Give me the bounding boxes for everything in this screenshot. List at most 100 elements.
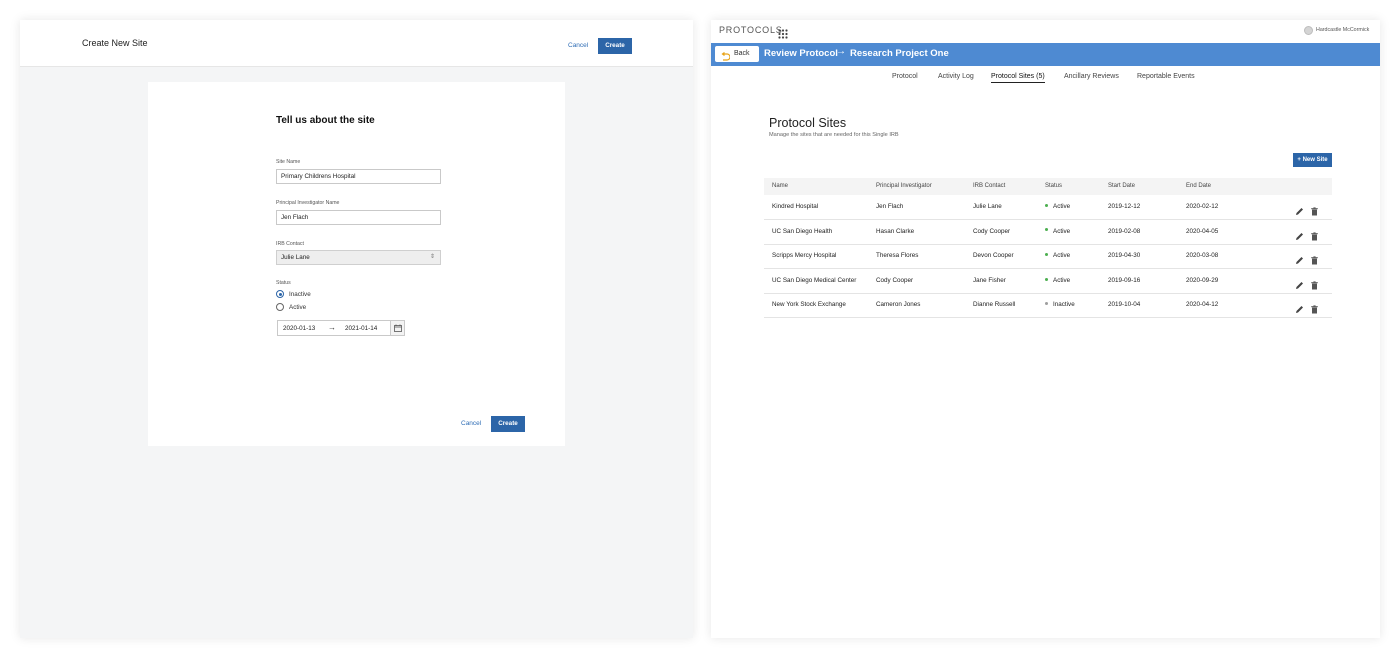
back-label: Back bbox=[734, 50, 750, 57]
page-subtitle: Manage the sites that are needed for thi… bbox=[769, 132, 899, 138]
user-name[interactable]: Hardcastle McCormick bbox=[1316, 27, 1369, 33]
app-brand: PROTOCOLS bbox=[719, 25, 783, 35]
cell-pi: Theresa Flores bbox=[876, 252, 919, 260]
tab-ancillary-reviews[interactable]: Ancillary Reviews bbox=[1064, 73, 1119, 80]
cell-end: 2020-04-12 bbox=[1186, 301, 1219, 309]
status-text: Inactive bbox=[1053, 301, 1075, 309]
status-cell: Active bbox=[1045, 252, 1070, 259]
radio-label: Inactive bbox=[289, 290, 311, 298]
column-header: Principal Investigator bbox=[876, 183, 932, 189]
cell-name: New York Stock Exchange bbox=[772, 301, 846, 309]
page-title: Protocol Sites bbox=[769, 116, 847, 130]
trash-icon[interactable] bbox=[1310, 203, 1319, 216]
arrow-right-icon: → bbox=[328, 323, 336, 332]
site-name-label: Site Name bbox=[276, 159, 301, 165]
select-caret-icon: ⇕ bbox=[429, 254, 435, 260]
table-row[interactable]: Scripps Mercy Hospital Theresa Flores Devo… bbox=[764, 244, 1332, 270]
irb-contact-select[interactable]: Julie Lane ⇕ bbox=[276, 250, 441, 265]
form-create-button[interactable]: Create bbox=[491, 416, 525, 432]
tab-activity-log[interactable]: Activity Log bbox=[938, 73, 974, 80]
radio-checked-icon bbox=[276, 290, 284, 298]
edit-pencil-icon[interactable] bbox=[1295, 228, 1304, 240]
irb-contact-label: IRB Contact bbox=[276, 241, 304, 247]
last-modified-date-range[interactable]: 2020-01-13 → 2021-01-14 bbox=[277, 320, 405, 336]
cell-pi: Hasan Clarke bbox=[876, 227, 915, 235]
header-cancel-button[interactable]: Cancel bbox=[568, 42, 588, 49]
cell-start: 2019-12-12 bbox=[1108, 203, 1141, 210]
cell-irb: Devon Cooper bbox=[973, 252, 1014, 260]
panel-header: Create New Site Cancel Create bbox=[20, 20, 693, 67]
breadcrumb-review-protocol[interactable]: Review Protocol bbox=[764, 48, 838, 59]
tab-protocol-sites[interactable]: Protocol Sites (5) bbox=[991, 73, 1045, 83]
trash-icon[interactable] bbox=[1310, 228, 1319, 241]
cell-pi: Cameron Jones bbox=[876, 301, 921, 309]
site-form: Tell us about the site Site Name Primary… bbox=[148, 82, 565, 446]
status-dot-icon bbox=[1045, 253, 1048, 257]
cell-end: 2020-09-29 bbox=[1186, 276, 1219, 284]
date-start[interactable]: 2020-01-13 bbox=[283, 325, 315, 332]
cell-start: 2019-10-04 bbox=[1108, 301, 1141, 309]
cell-irb: Jane Fisher bbox=[973, 276, 1006, 284]
pi-name-input[interactable]: Jen Flach bbox=[276, 210, 441, 225]
new-site-button[interactable]: + New Site bbox=[1293, 153, 1332, 167]
status-radio-inactive[interactable]: Inactive bbox=[276, 289, 311, 299]
status-radio-active[interactable]: Active bbox=[276, 302, 306, 312]
status-dot-icon bbox=[1045, 277, 1048, 281]
cell-start: 2019-04-30 bbox=[1108, 252, 1141, 260]
table-row[interactable]: UC San Diego Health Hasan Clarke Cody Coop… bbox=[764, 220, 1332, 245]
form-heading: Tell us about the site bbox=[276, 115, 375, 126]
cell-name: Kindred Hospital bbox=[772, 203, 819, 210]
status-text: Active bbox=[1053, 203, 1071, 210]
table-row[interactable]: UC San Diego Medical Center Cody Cooper Ja… bbox=[764, 269, 1332, 294]
cell-irb: Dianne Russell bbox=[973, 301, 1016, 309]
avatar[interactable] bbox=[1304, 26, 1313, 35]
create-site-panel: Create New Site Cancel Create Tell us ab… bbox=[20, 20, 693, 638]
breadcrumb-project: Research Project One bbox=[850, 48, 949, 59]
form-cancel-button[interactable]: Cancel bbox=[461, 420, 481, 427]
radio-label: Active bbox=[289, 303, 307, 311]
protocol-panel: PROTOCOLS Hardcastle McCormick Back Revi… bbox=[711, 20, 1380, 638]
edit-pencil-icon[interactable] bbox=[1295, 203, 1304, 215]
site-name-input[interactable]: Primary Childrens Hospital bbox=[276, 169, 441, 184]
cell-irb: Cody Cooper bbox=[973, 227, 1011, 235]
column-header: Status bbox=[1045, 183, 1063, 189]
edit-pencil-icon[interactable] bbox=[1295, 301, 1304, 314]
cell-pi: Jen Flach bbox=[876, 203, 904, 210]
radio-unchecked-icon bbox=[276, 303, 284, 311]
column-header: Start Date bbox=[1108, 183, 1136, 189]
cell-start: 2019-02-08 bbox=[1108, 227, 1141, 235]
trash-icon[interactable] bbox=[1310, 252, 1319, 265]
edit-pencil-icon[interactable] bbox=[1295, 252, 1304, 265]
column-header: IRB Contact bbox=[973, 183, 1006, 189]
pi-name-label: Principal Investigator Name bbox=[276, 200, 340, 206]
trash-icon[interactable] bbox=[1310, 277, 1319, 290]
apps-grid-icon[interactable] bbox=[778, 26, 788, 39]
header-create-button[interactable]: Create bbox=[598, 38, 632, 54]
cell-name: UC San Diego Health bbox=[772, 227, 833, 235]
table-row[interactable]: Kindred Hospital Jen Flach Julie Lane Activ… bbox=[764, 195, 1332, 220]
table-header: Name Principal Investigator IRB Contact … bbox=[764, 178, 1332, 195]
edit-pencil-icon[interactable] bbox=[1295, 277, 1304, 289]
calendar-icon[interactable] bbox=[390, 321, 404, 335]
back-arrow-icon bbox=[720, 49, 731, 67]
status-cell: Active bbox=[1045, 228, 1070, 235]
status-dot-icon bbox=[1045, 203, 1048, 207]
cell-name: Scripps Mercy Hospital bbox=[772, 252, 837, 260]
column-header: End Date bbox=[1186, 183, 1212, 189]
tab-protocol[interactable]: Protocol bbox=[892, 73, 918, 80]
back-button[interactable]: Back bbox=[715, 46, 759, 62]
irb-contact-value: Julie Lane bbox=[281, 254, 310, 261]
breadcrumb-bar: Back Review Protocol → Research Project … bbox=[711, 43, 1380, 66]
status-text: Active bbox=[1053, 227, 1071, 235]
cell-start: 2019-09-16 bbox=[1108, 276, 1141, 284]
trash-icon[interactable] bbox=[1310, 301, 1319, 314]
status-cell: Active bbox=[1045, 203, 1070, 210]
tab-reportable-events[interactable]: Reportable Events bbox=[1137, 73, 1195, 80]
date-end[interactable]: 2021-01-14 bbox=[345, 325, 377, 332]
status-text: Active bbox=[1053, 252, 1071, 260]
cell-name: UC San Diego Medical Center bbox=[772, 276, 857, 284]
cell-end: 2020-04-05 bbox=[1186, 227, 1219, 235]
status-text: Active bbox=[1053, 276, 1071, 284]
table-row[interactable]: New York Stock Exchange Cameron Jones Dian… bbox=[764, 293, 1332, 319]
column-header: Name bbox=[772, 183, 789, 189]
